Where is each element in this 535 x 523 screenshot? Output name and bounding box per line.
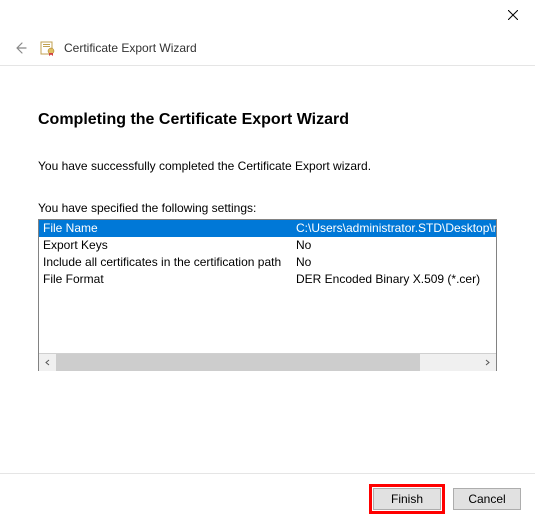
list-row[interactable]: File Name C:\Users\administrator.STD\Des… [39,220,496,237]
list-row[interactable]: Include all certificates in the certific… [39,254,496,271]
scroll-left-button[interactable] [39,354,56,371]
list-body: File Name C:\Users\administrator.STD\Des… [39,220,496,353]
setting-name: Export Keys [39,237,294,254]
setting-value: DER Encoded Binary X.509 (*.cer) [294,271,496,288]
horizontal-scrollbar[interactable] [39,353,496,370]
back-arrow-icon [12,40,28,56]
wizard-footer: Finish Cancel [0,473,535,523]
chevron-right-icon [484,359,491,366]
certificate-icon [40,40,56,56]
back-button[interactable] [10,38,30,58]
scroll-track[interactable] [56,354,479,371]
page-heading: Completing the Certificate Export Wizard [38,111,497,129]
setting-name: File Format [39,271,294,288]
list-row[interactable]: Export Keys No [39,237,496,254]
finish-highlight: Finish [369,484,445,514]
success-message: You have successfully completed the Cert… [38,159,497,173]
close-icon [508,10,518,20]
chevron-left-icon [44,359,51,366]
settings-listview[interactable]: File Name C:\Users\administrator.STD\Des… [38,219,497,371]
setting-value: No [294,254,496,271]
wizard-content: Completing the Certificate Export Wizard… [0,66,535,381]
setting-name: Include all certificates in the certific… [39,254,294,271]
setting-name: File Name [39,220,294,237]
scroll-thumb[interactable] [56,354,420,371]
setting-value: C:\Users\administrator.STD\Desktop\n [294,220,496,237]
scroll-right-button[interactable] [479,354,496,371]
cancel-button[interactable]: Cancel [453,488,521,510]
wizard-header: Certificate Export Wizard [0,30,535,66]
close-button[interactable] [490,0,535,30]
wizard-title: Certificate Export Wizard [64,41,197,55]
finish-button[interactable]: Finish [373,488,441,510]
settings-label: You have specified the following setting… [38,201,497,215]
setting-value: No [294,237,496,254]
titlebar [0,0,535,30]
list-row[interactable]: File Format DER Encoded Binary X.509 (*.… [39,271,496,288]
